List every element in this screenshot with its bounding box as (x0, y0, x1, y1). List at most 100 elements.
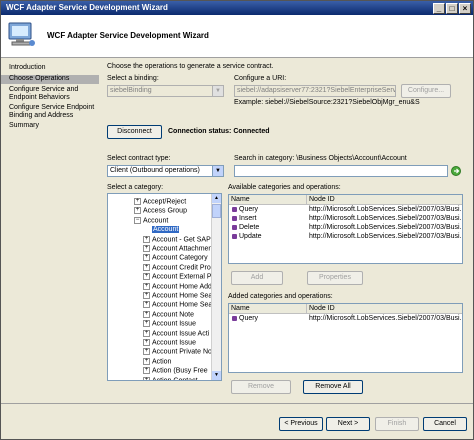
tree-item-label: Account (152, 226, 180, 234)
category-tree[interactable]: + Accept/Reject + Access Group − Account Accou… (107, 193, 222, 381)
expand-icon[interactable]: + (143, 320, 150, 328)
remove-button[interactable]: Remove (231, 380, 291, 394)
wizard-footer: < Previous Next > Finish Cancel (1, 403, 473, 440)
tree-item[interactable]: + Action Contact (143, 376, 198, 381)
tree-item[interactable]: + Account Home Sea (143, 292, 212, 301)
previous-button[interactable]: < Previous (279, 417, 323, 431)
column-name-header[interactable]: Name (229, 195, 307, 204)
operation-name: Query (239, 315, 259, 322)
tree-item[interactable]: + Action (Busy Free (143, 367, 208, 376)
table-row[interactable]: Query http://Microsoft.LobServices.Siebel… (229, 205, 462, 214)
tree-item[interactable]: + Account External P (143, 273, 212, 282)
expand-icon[interactable]: + (143, 263, 150, 271)
expand-icon[interactable]: + (143, 301, 150, 309)
collapse-icon[interactable]: − (134, 216, 141, 224)
available-operations-grid[interactable]: Name Node ID Query http://Microsoft.LobSe… (228, 194, 463, 264)
tree-item[interactable]: Account (152, 226, 180, 235)
scroll-thumb[interactable] (212, 204, 221, 218)
table-row[interactable]: Delete http://Microsoft.LobServices.Siebe… (229, 223, 462, 232)
expand-icon[interactable]: + (143, 254, 150, 262)
tree-item[interactable]: + Account - Get SAP (143, 235, 211, 245)
operation-icon (232, 215, 237, 221)
table-row[interactable]: Query http://Microsoft.LobServices.Siebel… (229, 314, 462, 323)
tree-scrollbar[interactable]: ▲ ▼ (211, 194, 221, 380)
tree-item-label: Action (152, 358, 172, 366)
maximize-button[interactable]: □ (446, 3, 458, 14)
tree-item[interactable]: + Action (143, 357, 172, 367)
tree-item[interactable]: + Account Private No (143, 348, 212, 357)
cell-node-id: http://Microsoft.LobServices.Siebel/2007… (309, 206, 462, 213)
cell-name: Query (232, 314, 306, 323)
column-nodeid-header[interactable]: Node ID (307, 195, 462, 204)
expand-icon[interactable]: + (143, 292, 150, 299)
title-bar[interactable]: WCF Adapter Service Development Wizard _… (1, 1, 473, 15)
disconnect-button[interactable]: Disconnect (107, 125, 162, 139)
tree-item[interactable]: + Account Credit Pro (143, 263, 211, 273)
expand-icon[interactable]: + (134, 207, 141, 215)
configure-button[interactable]: Configure... (401, 84, 451, 98)
tree-item-label: Action Contact (152, 376, 198, 381)
tree-item[interactable]: + Account Home Add (143, 282, 212, 292)
table-row[interactable]: Update http://Microsoft.LobServices.Siebe… (229, 232, 462, 241)
tree-item-label: Account - Get SAP (152, 235, 211, 243)
tree-item[interactable]: + Account Issue Acti (143, 329, 209, 339)
expand-icon[interactable]: + (143, 367, 150, 375)
tree-item[interactable]: + Account Attachmen (143, 245, 212, 254)
next-button[interactable]: Next > (326, 417, 370, 431)
uri-label: Configure a URI: (234, 75, 287, 82)
expand-icon[interactable]: + (143, 310, 150, 318)
wizard-nav: Introduction Choose Operations Configure… (1, 58, 99, 398)
expand-icon[interactable]: + (143, 376, 150, 380)
properties-button[interactable]: Properties (307, 271, 363, 285)
expand-icon[interactable]: + (143, 339, 150, 346)
contract-type-value: Client (Outbound operations) (110, 167, 200, 174)
expand-icon[interactable]: + (143, 348, 150, 356)
nav-item-choose-operations[interactable]: Choose Operations (1, 75, 99, 84)
scroll-up-arrow-icon[interactable]: ▲ (212, 194, 221, 203)
cell-name: Insert (232, 214, 306, 223)
tree-item[interactable]: + Account Issue (143, 339, 196, 348)
expand-icon[interactable]: + (143, 273, 150, 281)
minimize-button[interactable]: _ (433, 3, 445, 14)
cancel-button[interactable]: Cancel (423, 417, 467, 431)
scroll-down-arrow-icon[interactable]: ▼ (212, 371, 221, 380)
expand-icon[interactable]: + (143, 357, 150, 365)
computer-icon (8, 22, 35, 46)
uri-field[interactable]: siebel://adapsiserver77:2321?SiebelEnter… (234, 85, 396, 97)
tree-item-label: Account Issue (152, 320, 196, 328)
expand-icon[interactable]: + (143, 235, 150, 243)
operation-icon (232, 315, 237, 321)
tree-item[interactable]: + Accept/Reject (134, 198, 186, 207)
operation-name: Insert (239, 215, 257, 222)
close-button[interactable]: × (459, 3, 471, 14)
cell-node-id: http://Microsoft.LobServices.Siebel/2007… (309, 233, 462, 240)
binding-select[interactable]: siebelBinding ▼ (107, 85, 224, 97)
tree-item[interactable]: + Account Home Sea (143, 301, 212, 310)
finish-button[interactable]: Finish (375, 417, 419, 431)
tree-item[interactable]: + Account Issue (143, 320, 196, 329)
nav-item-summary[interactable]: Summary (1, 122, 99, 130)
tree-item[interactable]: + Account Note (143, 310, 194, 320)
search-input[interactable] (234, 165, 448, 177)
contract-type-select[interactable]: Client (Outbound operations) ▼ (107, 165, 224, 177)
tree-item[interactable]: + Access Group (134, 207, 187, 216)
column-nodeid-header[interactable]: Node ID (307, 304, 462, 313)
expand-icon[interactable]: + (134, 198, 141, 205)
nav-item-introduction[interactable]: Introduction (1, 64, 99, 72)
column-name-header[interactable]: Name (229, 304, 307, 313)
add-button[interactable]: Add (231, 271, 283, 285)
nav-item-binding-address[interactable]: Configure Service Endpoint Binding and A… (1, 104, 99, 120)
nav-item-behaviors[interactable]: Configure Service and Endpoint Behaviors (1, 86, 99, 102)
contract-type-label: Select contract type: (107, 155, 171, 162)
expand-icon[interactable]: + (143, 282, 150, 290)
expand-icon[interactable]: + (143, 329, 150, 337)
table-row[interactable]: Insert http://Microsoft.LobServices.Siebe… (229, 214, 462, 223)
search-go-icon[interactable] (451, 166, 461, 176)
expand-icon[interactable]: + (143, 245, 150, 252)
added-operations-grid[interactable]: Name Node ID Query http://Microsoft.LobSe… (228, 303, 463, 373)
remove-all-button[interactable]: Remove All (303, 380, 363, 394)
operation-name: Query (239, 206, 259, 213)
tree-item[interactable]: + Account Category (143, 254, 208, 263)
header-title: WCF Adapter Service Development Wizard (47, 31, 209, 40)
tree-item[interactable]: − Account (134, 216, 168, 226)
